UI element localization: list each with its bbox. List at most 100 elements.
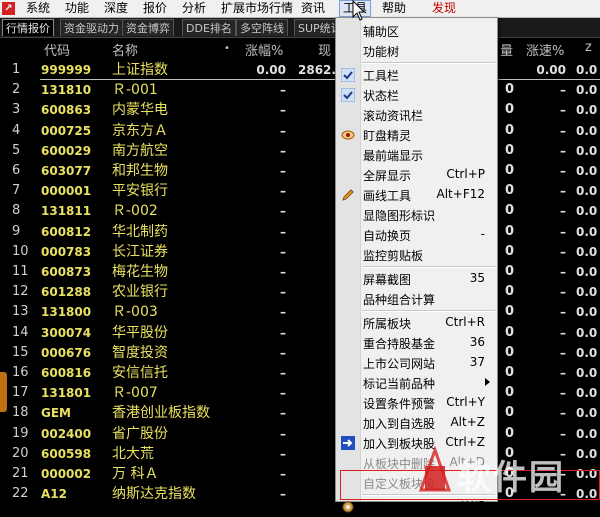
menu-item-statusbar[interactable]: 状态栏 <box>336 85 497 105</box>
side-panel-toggle[interactable] <box>0 372 7 412</box>
extra-value: 0.0 <box>576 143 598 158</box>
menu-function[interactable]: 功能 <box>65 0 89 17</box>
menu-item-assist-area[interactable]: 辅助区 <box>336 21 497 41</box>
extra-value: 0.0 <box>576 325 598 340</box>
table-row[interactable]: 16 600816 安信信托 –0–0.0 <box>0 363 600 383</box>
menu-item-label: 最前端显示 <box>363 149 424 163</box>
header-current[interactable]: 现 <box>318 40 331 59</box>
stock-name: 华北制药 <box>112 223 168 240</box>
change-pct: – <box>280 224 286 239</box>
speed-value: – <box>560 184 566 199</box>
menu-depth[interactable]: 深度 <box>104 0 128 17</box>
menu-item-company-website[interactable]: 上市公司网站 37 <box>336 353 497 373</box>
menu-item-label: 状态栏 <box>363 89 400 103</box>
table-row[interactable]: 13 131800 Ｒ-003–0–0.0 <box>0 302 600 322</box>
menu-system[interactable]: 系统 <box>26 0 50 17</box>
table-row[interactable]: 2 131810 Ｒ-001–0–0.0 <box>0 80 600 100</box>
stock-name: Ｒ-003 <box>112 304 158 321</box>
eye-icon <box>341 130 355 140</box>
menu-item-label: 上市公司网站 <box>363 357 436 371</box>
stock-name: 智度投资 <box>112 344 168 361</box>
speed-value: – <box>560 204 566 219</box>
menu-item-portfolio-calc[interactable]: 品种组合计算 <box>336 289 497 309</box>
tab-dde-rank[interactable]: DDE排名 <box>182 19 236 36</box>
header-change-pct[interactable]: 涨幅% <box>245 40 283 59</box>
menu-item-toggle-graphic-marks[interactable]: 显隐图形标识 <box>336 205 497 225</box>
change-pct: – <box>280 244 286 259</box>
table-row[interactable]: 17 131801 Ｒ-007–0–0.0 <box>0 383 600 403</box>
header-sort-dot: • <box>224 43 230 54</box>
stock-code: 000783 <box>41 244 92 259</box>
menu-help[interactable]: 帮助 <box>382 0 406 17</box>
menu-item-news-ticker[interactable]: 滚动资讯栏 <box>336 105 497 125</box>
menu-item-fullscreen[interactable]: 全屏显示 Ctrl+P <box>336 165 497 185</box>
header-name[interactable]: 名称 <box>112 40 138 59</box>
menu-item-mark-current[interactable]: 标记当前品种 <box>336 373 497 393</box>
tab-long-short[interactable]: 多空阵线 <box>236 19 288 36</box>
menu-item-screenshot[interactable]: 屏幕截图 35 <box>336 269 497 289</box>
menu-item-monitor-clipboard[interactable]: 监控剪贴板 <box>336 245 497 265</box>
change-pct: 0.00 <box>256 63 286 77</box>
menu-item-drawing-tools[interactable]: 画线工具 Alt+F12 <box>336 185 497 205</box>
menu-separator <box>362 310 495 312</box>
tab-quotes[interactable]: 行情报价 <box>2 19 54 36</box>
table-row[interactable]: 8 131811 Ｒ-002–0–0.0 <box>0 201 600 221</box>
menu-item-label: 工具栏 <box>363 69 400 83</box>
table-row[interactable]: 14 300074 华平股份 –0–0.0 <box>0 323 600 343</box>
table-row[interactable]: 18 GEM 香港创业板指数 –0–0.0 <box>0 403 600 423</box>
header-volume[interactable]: 量 <box>500 40 513 59</box>
menu-item-always-on-top[interactable]: 最前端显示 <box>336 145 497 165</box>
menu-extended-market[interactable]: 扩展市场行情 <box>221 0 293 17</box>
table-row[interactable]: 1 999999 上证指数 0.00 2862. 0.00 0.0 <box>0 60 600 80</box>
volume-value: 0 <box>505 223 515 239</box>
menu-analysis[interactable]: 分析 <box>182 0 206 17</box>
row-number: 10 <box>12 243 29 259</box>
table-row[interactable]: 7 000001 平安银行 –0–0.0 <box>0 181 600 201</box>
stock-code: 601288 <box>41 285 92 300</box>
menu-item-function-tree[interactable]: 功能树 <box>336 41 497 61</box>
header-code[interactable]: 代码 <box>44 40 70 59</box>
stock-name: 长江证券 <box>112 243 168 260</box>
table-row[interactable]: 6 603077 和邦生物 –0–0.0 <box>0 161 600 181</box>
table-row[interactable]: 15 000676 智度投资 –0–0.0 <box>0 343 600 363</box>
extra-value: 0.0 <box>576 305 598 320</box>
extra-value: 0.0 <box>576 184 598 199</box>
menu-item-label: 自动换页 <box>363 229 412 243</box>
stock-name: 上证指数 <box>112 62 168 78</box>
menu-quote[interactable]: 报价 <box>143 0 167 17</box>
extra-value: 0.0 <box>576 164 598 178</box>
menu-item-watch-sprite[interactable]: 盯盘精灵 <box>336 125 497 145</box>
table-row[interactable]: 9 600812 华北制药 –0–0.0 <box>0 222 600 242</box>
row-number: 20 <box>12 445 29 461</box>
table-row[interactable]: 5 600029 南方航空 –0–0.0 <box>0 141 600 161</box>
menu-item-label: 所属板块 <box>363 317 412 331</box>
menu-item-add-to-watchlist[interactable]: 加入到自选股 Alt+Z <box>336 413 497 433</box>
stock-name: Ｒ-007 <box>112 385 158 402</box>
header-speed[interactable]: 涨速% <box>526 40 564 59</box>
menu-item-condition-alert[interactable]: 设置条件预警 Ctrl+Y <box>336 393 497 413</box>
extra-value: 0.0 <box>576 63 598 77</box>
stock-code: 131811 <box>41 204 92 219</box>
row-number: 15 <box>12 344 29 360</box>
table-row[interactable]: 10 000783 长江证券 –0–0.0 <box>0 242 600 262</box>
table-row[interactable]: 4 000725 京东方Ａ –0–0.0 <box>0 121 600 141</box>
table-row[interactable]: 11 600873 梅花生物 –0–0.0 <box>0 262 600 282</box>
stock-code: 300074 <box>41 325 92 340</box>
tab-capital-drive[interactable]: 资金驱动力 <box>60 19 123 36</box>
menu-item-sector[interactable]: 所属板块 Ctrl+R <box>336 313 497 333</box>
tab-capital-game[interactable]: 资金博弈 <box>122 19 174 36</box>
menu-separator <box>362 62 495 64</box>
table-row[interactable]: 3 600863 内蒙华电 –0–0.0 <box>0 100 600 120</box>
menu-discover[interactable]: 发现 <box>432 0 456 17</box>
stock-code: 000002 <box>41 467 92 481</box>
menu-news[interactable]: 资讯 <box>301 0 325 17</box>
menu-item-auto-page[interactable]: 自动换页 - <box>336 225 497 245</box>
menu-item-system-settings[interactable]: 系统设置 W/S <box>336 497 497 517</box>
menu-item-toolbar[interactable]: 工具栏 <box>336 65 497 85</box>
menu-item-overlap-funds[interactable]: 重合持股基金 36 <box>336 333 497 353</box>
row-number: 8 <box>12 203 21 219</box>
extra-value: 0.0 <box>576 285 598 300</box>
change-pct: – <box>280 366 286 380</box>
table-row[interactable]: 12 601288 农业银行 –0–0.0 <box>0 282 600 302</box>
header-extra[interactable]: z <box>585 40 592 55</box>
